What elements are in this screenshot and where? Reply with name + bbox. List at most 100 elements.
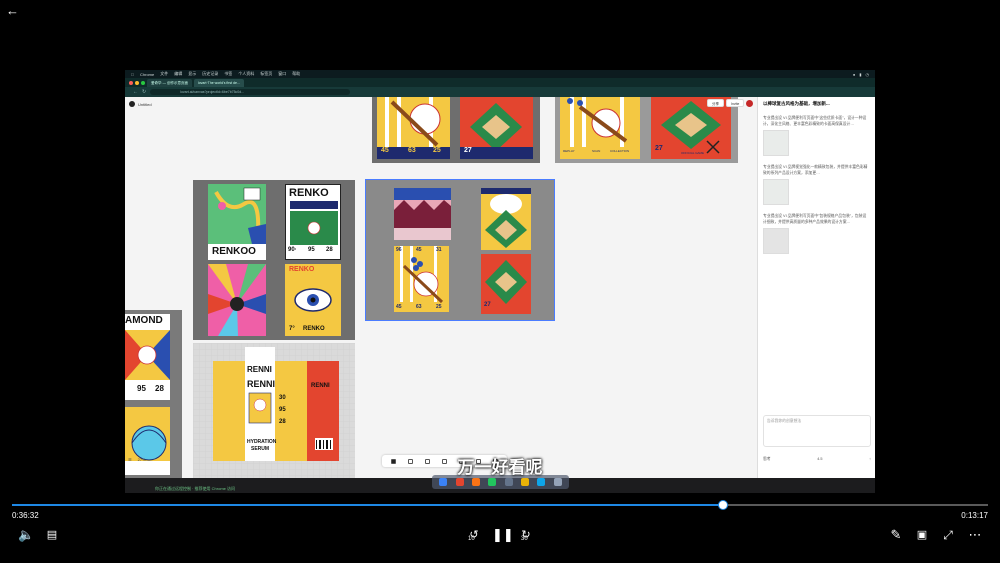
- renni-title: RENNI: [247, 379, 276, 389]
- artboard-packaging[interactable]: RENNI RENNI RENNI 30 95 28 HYDRATION SER…: [193, 343, 355, 478]
- layers-icon[interactable]: ☰: [128, 457, 132, 462]
- app-icon[interactable]: [504, 478, 513, 486]
- thinking-toggle[interactable]: 思考: [763, 457, 771, 462]
- app-logo-icon: [129, 101, 135, 107]
- chat-message: 专业提出设 VI 品牌便利写页面中"包装规格产品包装"，包装设计细致，并提供高质…: [763, 214, 867, 224]
- card-pattern: [394, 188, 451, 240]
- file-name[interactable]: Untitled: [138, 102, 152, 107]
- card-number: 96: [396, 247, 402, 253]
- design-canvas[interactable]: Untitled 45 63 25 27 REPLAY SCAN COLLECT…: [125, 97, 757, 478]
- app-icon[interactable]: [471, 478, 480, 486]
- volume-icon[interactable]: 🔈: [18, 526, 34, 544]
- serum-label: SERUM: [251, 446, 270, 452]
- card-number: 27: [464, 147, 472, 154]
- chat-thumbnail[interactable]: [763, 179, 789, 205]
- exit-fullscreen-icon[interactable]: ⤢: [940, 526, 956, 544]
- app-icon[interactable]: [537, 478, 546, 486]
- mac-menubar:  Chrome 文件 编辑 显示 历史记录 书签 个人资料 标签页 窗口 帮助…: [125, 70, 875, 78]
- send-button[interactable]: ↑: [869, 457, 871, 462]
- artboard-selected[interactable]: 96 45 31 45 63 25 27: [365, 179, 555, 321]
- browser-tab-strip: 爱奇华 — 创作示意页面 lovart·The world's first de…: [125, 78, 875, 87]
- card-renkoo-swirl: RENKOO: [208, 184, 266, 260]
- chat-message: 专业提出设 VI 品牌便利写页面中"这些优质卡面"，设计一种设计，深化主风格、更…: [763, 116, 867, 126]
- artboard-renko[interactable]: RENKOO RENKO 90· 95 28 RENKO 7° RENKO: [193, 180, 355, 340]
- card-dome: [125, 407, 170, 475]
- model-selector[interactable]: 4.5: [817, 457, 822, 462]
- back-arrow-icon[interactable]: ←: [6, 4, 20, 18]
- finder-icon[interactable]: [439, 478, 448, 486]
- picture-in-picture-icon[interactable]: ▣: [914, 526, 930, 544]
- seek-bar-handle[interactable]: [717, 500, 728, 510]
- skip-back-button[interactable]: ↺ 10: [466, 526, 482, 544]
- seek-bar[interactable]: [12, 500, 988, 510]
- share-button[interactable]: 分享: [707, 99, 724, 107]
- skip-forward-button[interactable]: ↻ 30: [518, 526, 534, 544]
- menubar-status-icons: ● ▮ ◷: [853, 72, 869, 77]
- app-icon[interactable]: [488, 478, 497, 486]
- card-number: 28: [155, 384, 164, 393]
- chat-title: 以棒球复古风格为基础，增加新...: [763, 101, 830, 106]
- menubar-item: 个人资料: [235, 71, 254, 76]
- chat-footer: 思考 4.5 ↑: [763, 457, 871, 462]
- close-window-icon[interactable]: [129, 81, 133, 85]
- zoom-level[interactable]: 27%: [138, 457, 146, 462]
- battery-icon: ▮: [859, 71, 862, 77]
- card-number: 90·: [288, 247, 297, 253]
- share-controls: 分享 Invite: [707, 99, 754, 107]
- box-number: 95: [279, 407, 286, 413]
- chat-input[interactable]: 告诉我你的创意想法: [763, 415, 871, 447]
- browser-tab[interactable]: 爱奇华 — 创作示意页面: [147, 78, 192, 87]
- chat-thumbnail[interactable]: [763, 228, 789, 254]
- menubar-item: 文件: [157, 71, 168, 76]
- apple-icon: : [131, 72, 134, 77]
- card-caption: COLLECTION: [610, 149, 630, 153]
- pause-button[interactable]: ❚❚: [492, 526, 514, 544]
- avatar[interactable]: [746, 99, 754, 107]
- clock-icon: ◷: [865, 71, 870, 77]
- frame-tool-icon[interactable]: [408, 458, 413, 464]
- browser-tab-active[interactable]: lovart·The world's first de...: [193, 78, 244, 87]
- url-input[interactable]: lovart.ai/canvas?projectId=6be7b75c0d...: [150, 89, 351, 95]
- card-number: 95: [137, 384, 146, 393]
- video-subtitle: 万一好看呢: [457, 458, 543, 478]
- lovart-app: Untitled 45 63 25 27 REPLAY SCAN COLLECT…: [125, 97, 875, 478]
- menubar-item: 显示: [185, 71, 196, 76]
- video-frame:  Chrome 文件 编辑 显示 历史记录 书签 个人资料 标签页 窗口 帮助…: [125, 70, 875, 493]
- card-renko-baseball: RENKO 90· 95 28: [285, 184, 341, 260]
- card-number: 28: [326, 247, 333, 253]
- edit-icon[interactable]: ✎: [888, 526, 904, 544]
- invite-button[interactable]: Invite: [726, 99, 745, 107]
- shape-tool-icon[interactable]: [425, 458, 430, 464]
- card-caption: OFFICIAL GAME: [681, 151, 705, 155]
- chat-thumbnail[interactable]: [763, 130, 789, 156]
- card-number: 95: [308, 247, 315, 253]
- card-number: 27: [655, 145, 663, 152]
- minimize-window-icon[interactable]: [135, 81, 139, 85]
- reload-icon[interactable]: ↻: [142, 89, 146, 95]
- chat-message: 专业提出设 VI 品牌视觉强化一款精致包装，并提供丰富色彩精致的系列产品设计方案…: [763, 165, 868, 175]
- card-number: 25: [436, 304, 442, 310]
- remote-status-bar: 你正在通过远程控制 · 推荐使用 Chrome 访问: [155, 486, 236, 491]
- total-time: 0:13:17: [961, 511, 988, 520]
- maximize-window-icon[interactable]: [141, 81, 145, 85]
- subtitles-icon[interactable]: ▤: [44, 526, 60, 544]
- card-number: 45: [416, 247, 422, 253]
- menubar-item: 窗口: [275, 71, 286, 76]
- select-tool-icon[interactable]: [391, 458, 396, 464]
- card-caption: SCAN: [592, 149, 601, 153]
- hydration-label: HYDRATION: [247, 439, 277, 445]
- artboard-top-left[interactable]: 45 63 25 27: [372, 97, 540, 163]
- seek-bar-progress: [12, 504, 723, 506]
- back-icon[interactable]: ←: [133, 89, 138, 95]
- artboard-diamond[interactable]: AMOND 95 28: [125, 310, 182, 478]
- app-icon[interactable]: [521, 478, 530, 486]
- menubar-item: 历史记录: [199, 71, 218, 76]
- menubar-item: 书签: [221, 71, 232, 76]
- more-options-icon[interactable]: ⋯: [966, 526, 984, 544]
- app-icon[interactable]: [455, 478, 464, 486]
- trash-icon[interactable]: [553, 478, 562, 486]
- card-field-red: 27: [481, 254, 531, 314]
- wifi-icon: ●: [852, 71, 856, 77]
- card-number: 45: [396, 304, 402, 310]
- zoom-control[interactable]: ☰ 27%: [128, 457, 146, 462]
